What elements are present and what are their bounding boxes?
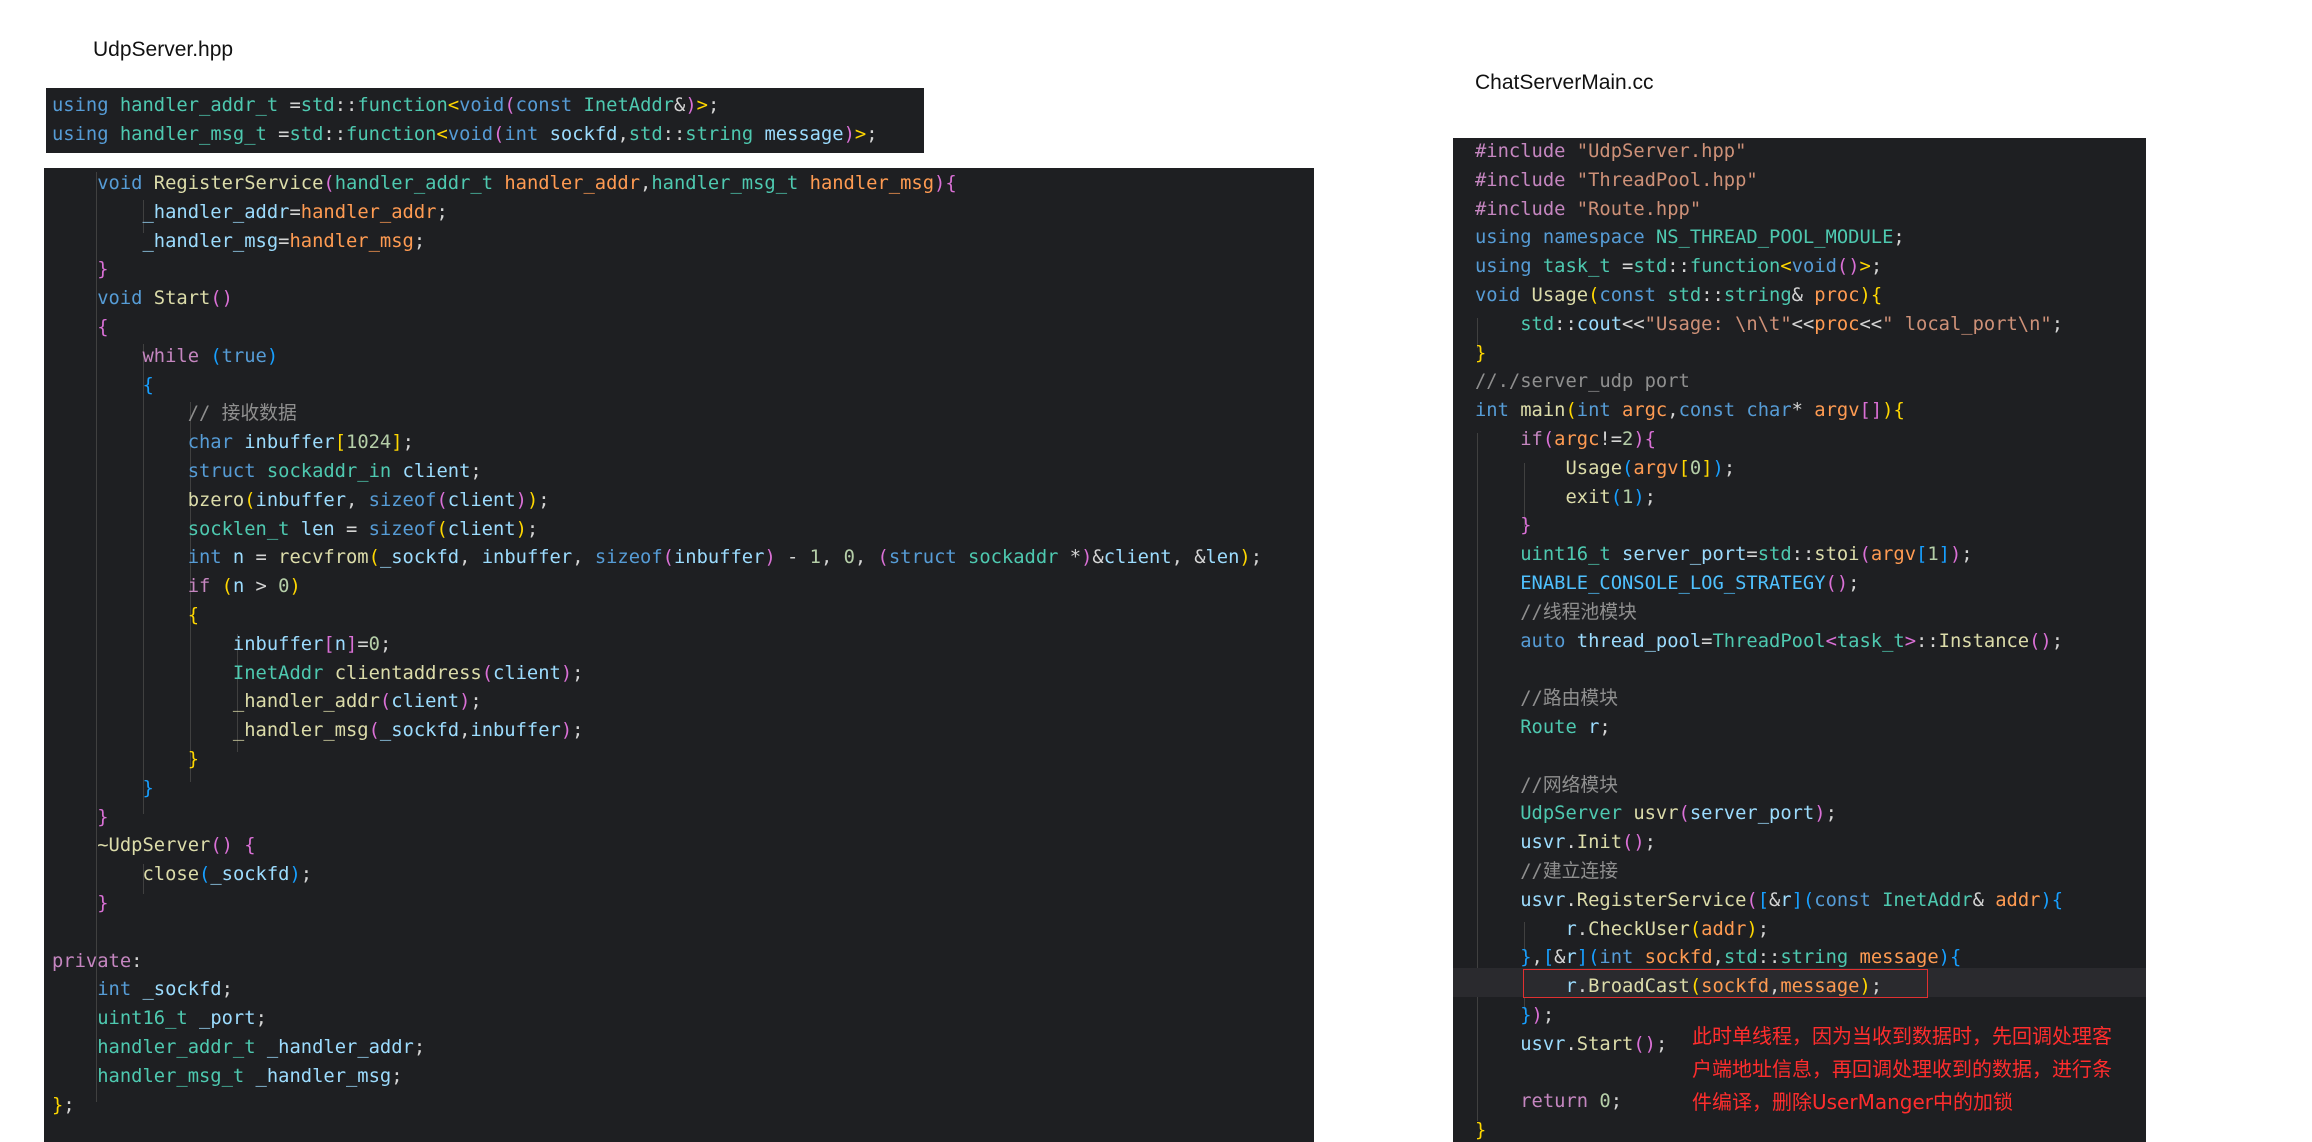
code-line: ~UdpServer() {	[97, 835, 256, 857]
code-line: }	[97, 806, 109, 828]
code-line: }	[1520, 515, 1532, 537]
code-line: int _sockfd;	[97, 979, 233, 1001]
code-line: UdpServer usvr(server_port);	[1520, 803, 1837, 825]
code-line: void Usage(const std::string& proc){	[1475, 284, 1883, 306]
threading-annotation: 此时单线程，因为当收到数据时，先回调处理客 户端地址信息，再回调处理收到的数据，…	[1692, 1020, 2152, 1119]
code-line: Usage(argv[0]);	[1565, 457, 1736, 479]
code-line: #include "ThreadPool.hpp"	[1475, 169, 1758, 191]
code-line: char inbuffer[1024];	[187, 432, 414, 454]
code-line: #include "UdpServer.hpp"	[1475, 141, 1747, 162]
code-line: //./server_udp port	[1475, 371, 1690, 393]
code-line: uint16_t server_port=std::stoi(argv[1]);	[1520, 544, 1973, 566]
code-line: struct sockaddr_in client;	[187, 460, 482, 482]
code-line: close(_sockfd);	[142, 864, 313, 886]
code-line: bzero(inbuffer, sizeof(client));	[187, 489, 550, 511]
code-line: handler_addr_t _handler_addr;	[97, 1036, 426, 1058]
typedefs-code-panel: using handler_addr_t =std::function<void…	[46, 88, 924, 153]
code-line: _handler_addr(client);	[232, 691, 482, 713]
broadcast-highlight-box	[1523, 969, 1928, 998]
code-line: void RegisterService(handler_addr_t hand…	[97, 173, 957, 194]
code-line: //线程池模块	[1520, 601, 1637, 623]
code-line: _handler_msg=handler_msg;	[142, 230, 426, 252]
code-line: }	[1475, 342, 1487, 364]
code-line: auto thread_pool=ThreadPool<task_t>::Ins…	[1520, 630, 2064, 652]
code-line: }	[1475, 1120, 1487, 1142]
code-line: Route r;	[1520, 716, 1611, 738]
udpserver-file-title: UdpServer.hpp	[93, 38, 234, 61]
code-line: void Start()	[97, 288, 233, 310]
code-line: _handler_msg(_sockfd,inbuffer);	[232, 720, 584, 742]
code-line: using handler_addr_t =std::function<void…	[52, 95, 720, 116]
udpserver-code: void RegisterService(handler_addr_t hand…	[52, 170, 1262, 1120]
annotation-line: 户端地址信息，再回调处理收到的数据，进行条	[1692, 1057, 2112, 1081]
udpserver-code-panel: void RegisterService(handler_addr_t hand…	[44, 168, 1314, 1142]
code-line: InetAddr clientaddress(client);	[232, 662, 584, 684]
code-line: int main(int argc,const char* argv[]){	[1475, 400, 1905, 422]
code-line: usvr.RegisterService([&r](const InetAddr…	[1520, 889, 2064, 911]
code-line: };	[52, 1094, 75, 1116]
code-line: //路由模块	[1520, 688, 1618, 710]
code-line: socklen_t len = sizeof(client);	[187, 518, 539, 540]
code-line: uint16_t _port;	[97, 1008, 267, 1030]
code-line: }	[142, 777, 154, 799]
annotation-line: 件编译，删除UserManger中的加锁	[1692, 1090, 2013, 1114]
code-line: std::cout<<"Usage: \n\t"<<proc<<" local_…	[1520, 313, 2064, 335]
annotation-line: 此时单线程，因为当收到数据时，先回调处理客	[1692, 1024, 2112, 1048]
chatservermain-code-panel: #include "UdpServer.hpp" #include "Threa…	[1453, 138, 2146, 1142]
chatservermain-file-title: ChatServerMain.cc	[1475, 71, 1654, 94]
code-line: r.CheckUser(addr);	[1565, 918, 1770, 940]
code-line: //网络模块	[1520, 774, 1618, 796]
code-line: }	[97, 892, 109, 914]
code-line: {	[187, 604, 199, 626]
code-line: //建立连接	[1520, 860, 1618, 882]
code-line: if(argc!=2){	[1520, 428, 1656, 450]
code-line: int n = recvfrom(_sockfd, inbuffer, size…	[187, 547, 1263, 569]
code-line: handler_msg_t _handler_msg;	[97, 1065, 403, 1087]
code-line: using handler_msg_t =std::function<void(…	[52, 123, 878, 145]
code-line: using task_t =std::function<void()>;	[1475, 256, 1883, 278]
code-line: private:	[52, 950, 143, 972]
code-line: {	[142, 374, 154, 396]
code-line: {	[97, 316, 109, 338]
code-line: }	[97, 259, 109, 281]
code-line: using namespace NS_THREAD_POOL_MODULE;	[1475, 227, 1905, 249]
code-line: #include "Route.hpp"	[1475, 198, 1702, 220]
code-line: exit(1);	[1565, 486, 1656, 508]
typedefs-code: using handler_addr_t =std::function<void…	[52, 92, 878, 150]
code-line: inbuffer[n]=0;	[232, 633, 392, 655]
code-line: if (n > 0)	[187, 576, 301, 598]
code-line: usvr.Init();	[1520, 832, 1656, 854]
code-line: ENABLE_CONSOLE_LOG_STRATEGY();	[1520, 572, 1860, 594]
code-line: _handler_addr=handler_addr;	[142, 201, 448, 223]
code-line: }	[187, 748, 199, 770]
code-line: // 接收数据	[187, 403, 297, 425]
code-line: while (true)	[142, 345, 279, 367]
